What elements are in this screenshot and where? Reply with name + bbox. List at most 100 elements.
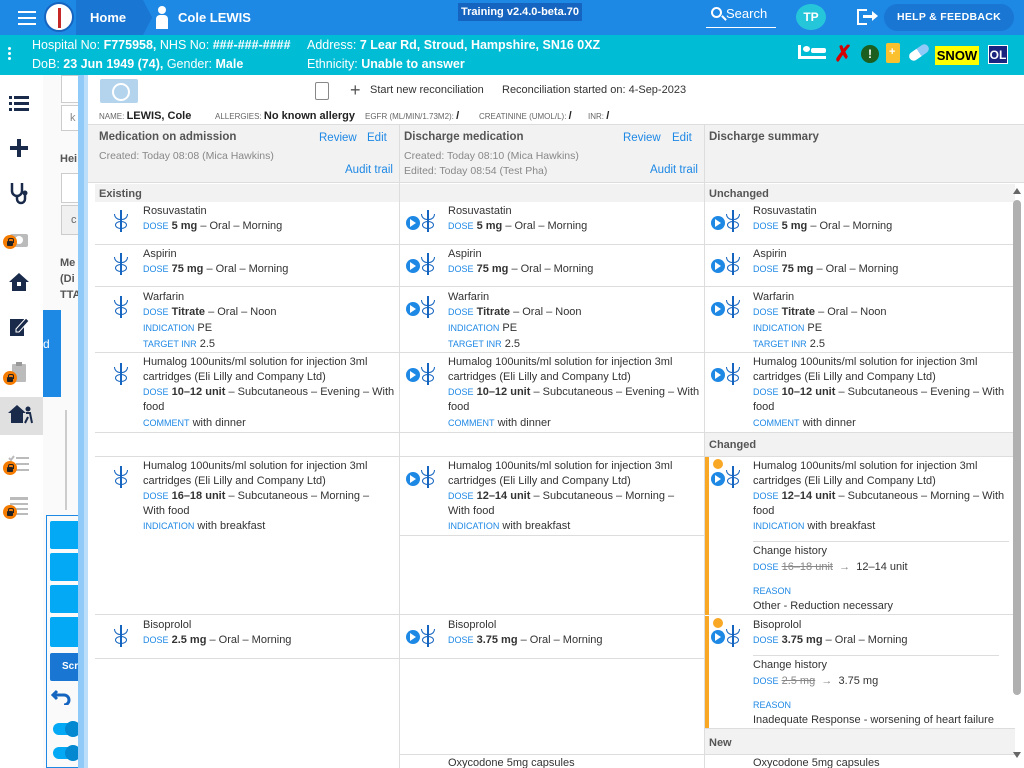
arrow-right-icon: → xyxy=(836,561,854,573)
med-dose: DOSE 5 mg – Oral – Morning xyxy=(143,220,283,232)
edit-document-icon[interactable] xyxy=(8,315,36,343)
med-name: Warfarin xyxy=(143,291,185,303)
med-comment: COMMENT with dinner xyxy=(753,417,856,429)
background-label: Hei xyxy=(60,153,78,165)
carry-forward-icon xyxy=(406,630,420,644)
reconciliation-started-text: Reconciliation started on: 4-Sep-2023 xyxy=(502,84,687,96)
med-dose: DOSE 75 mg – Oral – Morning xyxy=(753,263,899,275)
list-icon[interactable] xyxy=(8,93,36,121)
banner-dob: DoB: 23 Jun 1949 (74), Gender: Male xyxy=(32,57,244,71)
logout-icon[interactable] xyxy=(857,9,878,25)
summary-column-title: Discharge summary xyxy=(709,131,819,143)
info-inr: INR: / xyxy=(588,110,610,122)
carry-forward-icon xyxy=(406,216,420,230)
med-dose: DOSE 75 mg – Oral – Morning xyxy=(143,263,289,275)
reason-text: Inadequate Response - worsening of heart… xyxy=(753,714,994,726)
medication-icon xyxy=(113,466,131,488)
arrow-right-icon: → xyxy=(818,675,836,687)
med-name: Warfarin xyxy=(448,291,490,303)
app-logo[interactable] xyxy=(44,2,74,32)
house-icon[interactable] xyxy=(8,271,36,299)
alert-icon[interactable]: ! xyxy=(861,45,879,63)
med-comment: COMMENT with dinner xyxy=(143,417,246,429)
med-name: Aspirin xyxy=(143,248,177,260)
medication-icon xyxy=(420,363,438,385)
house-person-icon[interactable] xyxy=(8,403,36,431)
close-red-icon[interactable]: ✗ xyxy=(834,41,852,67)
discharge-edited: Edited: Today 08:54 (Test Pha) xyxy=(404,165,548,177)
med-dose: DOSE Titrate – Oral – Noon xyxy=(448,306,582,318)
med-indication: INDICATION PE xyxy=(143,322,213,334)
patient-tab[interactable]: Cole LEWIS xyxy=(150,0,251,35)
search-button[interactable]: Search xyxy=(706,4,776,28)
background-toggle[interactable] xyxy=(53,745,81,761)
carry-forward-icon xyxy=(711,216,725,230)
section-new: New xyxy=(705,729,1015,755)
med-name: Aspirin xyxy=(753,248,787,260)
med-dose: DOSE 10–12 unit – Subcutaneous – Evening… xyxy=(448,386,700,413)
medication-icon xyxy=(725,210,743,232)
background-blue-tab[interactable]: d xyxy=(43,310,61,397)
stethoscope-icon[interactable] xyxy=(8,181,36,209)
user-avatar[interactable]: TP xyxy=(796,4,826,30)
carry-forward-icon xyxy=(406,368,420,382)
home-tab[interactable]: Home xyxy=(76,0,153,35)
banner-address: Address: 7 Lear Rd, Stroud, Hampshire, S… xyxy=(307,38,601,52)
scroll-down-icon[interactable] xyxy=(1013,752,1021,758)
medication-icon xyxy=(113,253,131,275)
carry-forward-icon xyxy=(711,368,725,382)
info-creatinine: CREATININE (UMOL/L): / xyxy=(479,110,572,122)
med-target-inr: TARGET INR 2.5 xyxy=(448,338,521,350)
background-divider xyxy=(65,410,67,510)
admission-review-link[interactable]: Review xyxy=(319,132,357,144)
background-button-text: Scr xyxy=(62,661,79,672)
med-indication: INDICATION with breakfast xyxy=(448,520,571,532)
med-name: Warfarin xyxy=(753,291,795,303)
bed-icon[interactable] xyxy=(798,45,826,59)
scrollbar[interactable] xyxy=(1013,200,1021,695)
document-icon[interactable] xyxy=(315,82,329,100)
medication-icon xyxy=(113,363,131,385)
row-divider xyxy=(400,535,704,536)
med-dose: DOSE Titrate – Oral – Noon xyxy=(143,306,277,318)
admission-column-title: Medication on admission xyxy=(99,131,237,143)
discharge-edit-link[interactable]: Edit xyxy=(672,132,692,144)
med-indication: INDICATION PE xyxy=(448,322,518,334)
discharge-audit-link[interactable]: Audit trail xyxy=(650,164,698,176)
medication-icon xyxy=(725,363,743,385)
admission-edit-link[interactable]: Edit xyxy=(367,132,387,144)
medication-jar-icon[interactable] xyxy=(886,43,900,63)
info-allergies: ALLERGIES: No known allergy xyxy=(215,110,355,122)
med-dose: DOSE 10–12 unit – Subcutaneous – Evening… xyxy=(143,386,395,413)
scroll-up-icon[interactable] xyxy=(1013,188,1021,194)
discharge-review-link[interactable]: Review xyxy=(623,132,661,144)
medication-icon xyxy=(420,466,438,488)
carry-forward-icon xyxy=(406,259,420,273)
med-dose: DOSE 12–14 unit – Subcutaneous – Morning… xyxy=(448,490,675,517)
background-toggle[interactable] xyxy=(53,721,81,737)
carry-forward-icon xyxy=(711,630,725,644)
undo-icon[interactable] xyxy=(50,687,71,707)
background-label: (Di xyxy=(60,273,75,285)
background-tab-text: d xyxy=(43,337,50,351)
med-name: Rosuvastatin xyxy=(753,205,817,217)
banner-ethnicity: Ethnicity: Unable to answer xyxy=(307,57,465,71)
snow-badge[interactable]: SNOW xyxy=(935,46,979,65)
change-history-title: Change history xyxy=(753,659,827,671)
medication-icon xyxy=(725,466,743,488)
change-history-dose: DOSE 16–18 unit → 12–14 unit xyxy=(753,561,908,573)
ol-badge[interactable]: OL xyxy=(988,45,1008,64)
discharge-column-title: Discharge medication xyxy=(404,131,524,143)
section-existing: Existing xyxy=(95,184,399,202)
start-new-reconciliation-button[interactable]: Start new reconciliation xyxy=(370,84,484,96)
plus-icon[interactable] xyxy=(8,137,36,165)
help-feedback-button[interactable]: HELP & FEEDBACK xyxy=(884,4,1014,31)
change-history-dose: DOSE 2.5 mg → 3.75 mg xyxy=(753,675,879,687)
admission-audit-link[interactable]: Audit trail xyxy=(345,164,393,176)
cancel-button[interactable] xyxy=(100,79,138,103)
med-name: Humalog 100units/ml solution for injecti… xyxy=(753,356,978,383)
banner-handle-icon[interactable] xyxy=(8,47,20,63)
menu-icon[interactable] xyxy=(18,11,36,25)
plus-icon[interactable]: + xyxy=(350,81,361,99)
medication-icon xyxy=(420,210,438,232)
